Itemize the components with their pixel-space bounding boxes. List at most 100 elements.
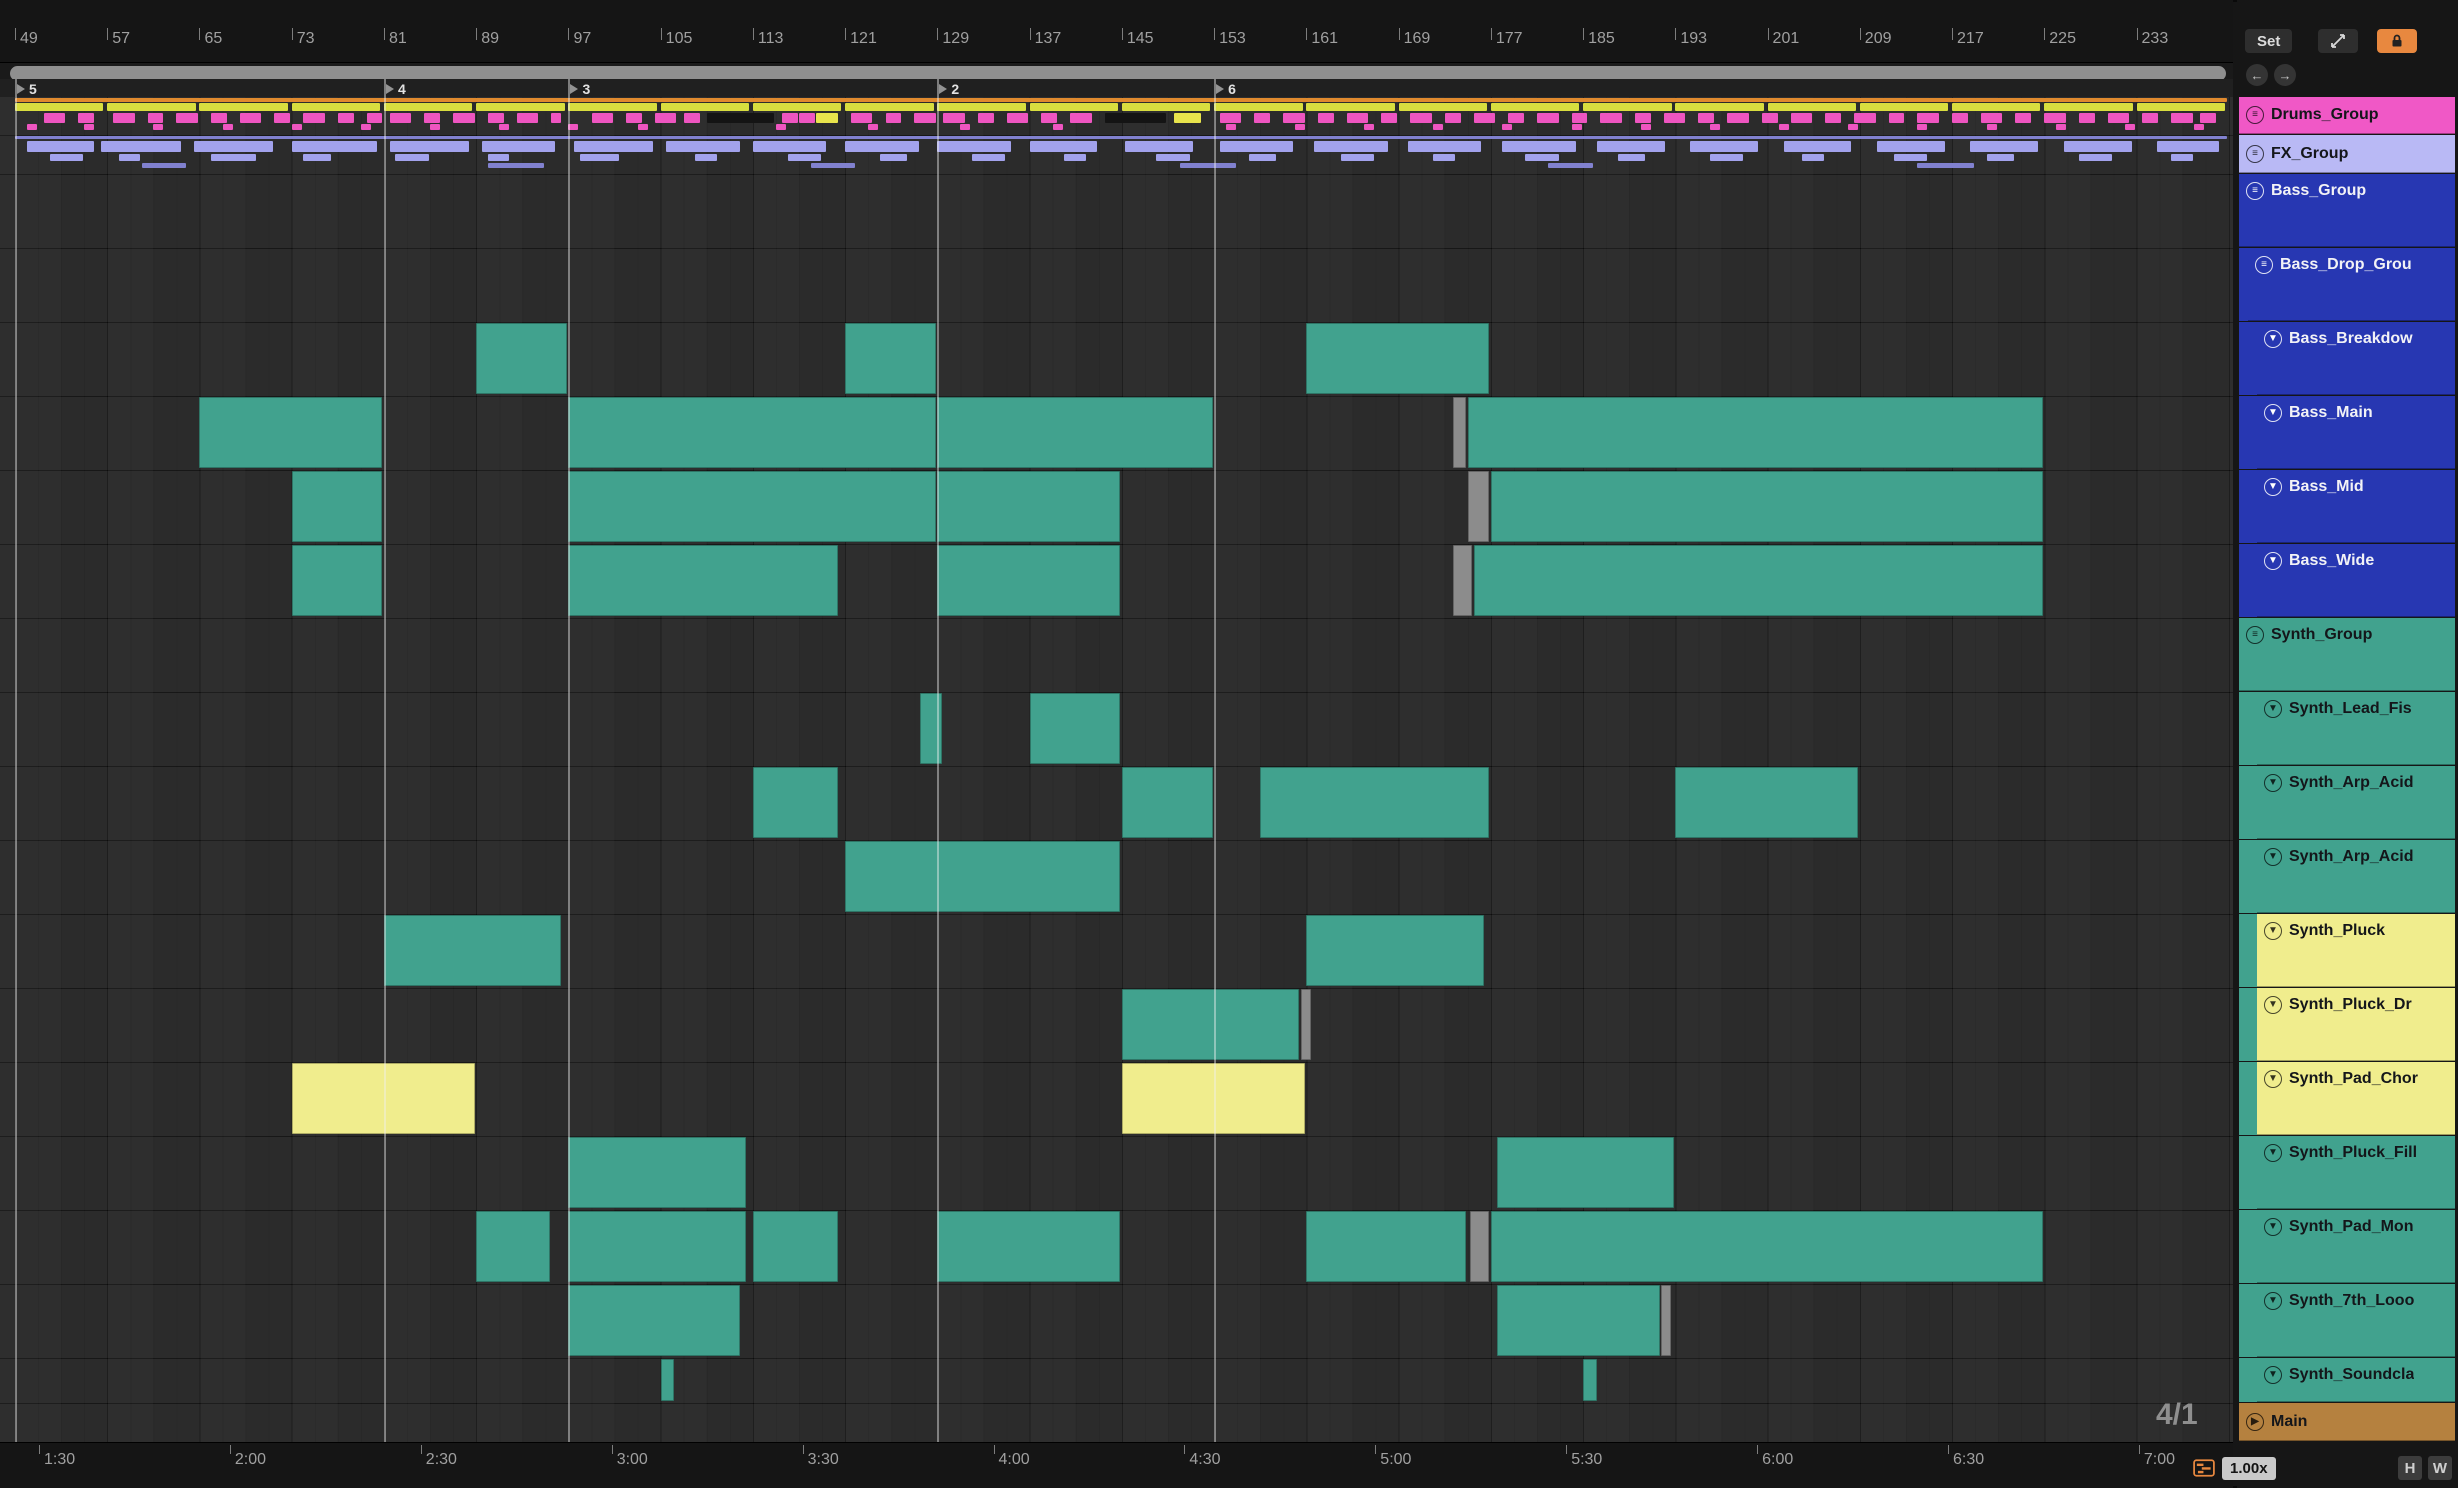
track-fold-icon[interactable]: ▼ <box>2264 774 2282 792</box>
track-fold-icon[interactable]: ▼ <box>2264 1292 2282 1310</box>
clip[interactable] <box>752 767 838 838</box>
mini-clip[interactable] <box>1970 141 2039 152</box>
mini-clip[interactable] <box>1340 154 1375 161</box>
mini-clip[interactable] <box>2044 113 2066 123</box>
mini-clip[interactable] <box>1727 113 1749 123</box>
track-header-synth_group[interactable]: ≡ Synth_Group <box>2239 618 2455 691</box>
mini-clip[interactable] <box>476 103 565 111</box>
clip[interactable] <box>291 471 383 542</box>
mini-clip[interactable] <box>868 124 879 130</box>
track-fold-icon[interactable]: ▼ <box>2264 404 2282 422</box>
mini-clip[interactable] <box>49 154 83 161</box>
track-lane-bass_wide[interactable] <box>0 544 2233 619</box>
mini-clip[interactable] <box>1381 113 1398 123</box>
mini-clip[interactable] <box>291 103 381 111</box>
mini-clip[interactable] <box>1877 141 1945 152</box>
mini-clip[interactable] <box>568 103 657 111</box>
mini-clip[interactable] <box>2055 124 2066 130</box>
mini-clip[interactable] <box>487 163 544 168</box>
forward-arrow-icon[interactable]: → <box>2274 64 2296 86</box>
mini-clip[interactable] <box>147 113 164 123</box>
clip[interactable] <box>1029 693 1121 764</box>
mini-clip[interactable] <box>26 124 37 130</box>
clip[interactable] <box>1306 323 1490 394</box>
mini-clip[interactable] <box>1986 124 1997 130</box>
clip-grid[interactable] <box>0 97 2233 1442</box>
mini-clip[interactable] <box>1848 124 1859 130</box>
mini-clip[interactable] <box>879 154 908 161</box>
track-fold-icon[interactable]: ▼ <box>2264 552 2282 570</box>
clip[interactable] <box>568 471 936 542</box>
mini-clip[interactable] <box>487 154 510 161</box>
mini-clip[interactable] <box>2124 124 2135 130</box>
locator-flag[interactable]: 4 <box>385 81 406 97</box>
mini-clip[interactable] <box>199 103 288 111</box>
mini-clip[interactable] <box>2063 141 2132 152</box>
mini-clip[interactable] <box>1548 163 1594 168</box>
track-header-synth_arp_acid_2[interactable]: ▼ Synth_Arp_Acid <box>2239 840 2455 913</box>
mini-clip[interactable] <box>695 154 717 161</box>
mini-clip[interactable] <box>574 141 654 152</box>
mini-clip[interactable] <box>481 141 556 152</box>
mini-clip[interactable] <box>291 141 377 152</box>
mini-clip[interactable] <box>845 103 934 111</box>
track-lane-bass_mid[interactable] <box>0 470 2233 545</box>
track-lane-synth_lead_fis[interactable] <box>0 692 2233 767</box>
mini-clip[interactable] <box>1125 141 1193 152</box>
mini-clip[interactable] <box>1306 103 1395 111</box>
mini-clip[interactable] <box>1433 124 1444 130</box>
mini-clip[interactable] <box>84 124 95 130</box>
clip[interactable] <box>568 1285 740 1356</box>
mini-clip[interactable] <box>430 124 441 130</box>
clip[interactable] <box>1121 767 1213 838</box>
track-lane-synth_soundcla[interactable] <box>0 1358 2233 1404</box>
track-lane-synth_pluck_dr[interactable] <box>0 988 2233 1063</box>
mini-clip[interactable] <box>1502 141 1576 152</box>
track-header-bass_breakdown[interactable]: ▼ Bass_Breakdow <box>2239 322 2455 395</box>
track-lane-bass_main[interactable] <box>0 396 2233 471</box>
mini-clip[interactable] <box>107 103 196 111</box>
locator-flag[interactable]: 3 <box>570 81 590 97</box>
mini-clip[interactable] <box>383 103 473 111</box>
mini-clip[interactable] <box>551 113 562 123</box>
mini-clip[interactable] <box>1410 113 1432 123</box>
mini-clip[interactable] <box>1179 163 1236 168</box>
mini-clip[interactable] <box>15 103 104 111</box>
mini-clip[interactable] <box>637 124 648 130</box>
track-fold-icon[interactable]: ▼ <box>2264 1218 2282 1236</box>
clip[interactable] <box>660 1359 675 1401</box>
track-header-synth_pluck_dr[interactable]: ▼ Synth_Pluck_Dr <box>2239 988 2455 1061</box>
mini-clip[interactable] <box>626 113 642 123</box>
track-lane-synth_pluck[interactable] <box>0 914 2233 989</box>
track-fold-icon[interactable]: ▼ <box>2264 1366 2282 1384</box>
track-lane-drums_group[interactable] <box>0 97 2233 136</box>
clip[interactable] <box>1260 767 1490 838</box>
track-header-bass_group[interactable]: ≡ Bass_Group <box>2239 174 2455 247</box>
track-fold-icon[interactable]: ▼ <box>2264 1070 2282 1088</box>
clip[interactable] <box>937 545 1121 616</box>
mini-clip[interactable] <box>1029 103 1119 111</box>
mini-clip[interactable] <box>579 154 619 161</box>
mini-clip[interactable] <box>1859 103 1949 111</box>
track-lane-bass_group[interactable] <box>0 174 2233 249</box>
mini-clip[interactable] <box>1219 113 1242 123</box>
mini-clip[interactable] <box>141 163 187 168</box>
mini-clip[interactable] <box>1894 154 1928 161</box>
group-fold-icon[interactable]: ≡ <box>2246 626 2264 644</box>
clip[interactable] <box>476 323 567 394</box>
mini-clip[interactable] <box>1854 113 1876 123</box>
track-header-synth_soundcla[interactable]: ▼ Synth_Soundcla <box>2239 1358 2455 1402</box>
mini-clip[interactable] <box>1364 124 1375 130</box>
mini-clip[interactable] <box>1571 113 1588 123</box>
mini-clip[interactable] <box>360 124 371 130</box>
mini-clip[interactable] <box>1248 154 1277 161</box>
mini-clip[interactable] <box>752 103 842 111</box>
mini-clip[interactable] <box>1986 154 2014 161</box>
mini-clip[interactable] <box>660 103 750 111</box>
mini-clip[interactable] <box>787 154 821 161</box>
locator-flag[interactable]: 5 <box>17 81 37 97</box>
track-header-bass_drop_group[interactable]: ≡ Bass_Drop_Grou <box>2239 248 2455 321</box>
group-fold-icon[interactable]: ≡ <box>2246 182 2264 200</box>
group-fold-icon[interactable]: ≡ <box>2255 256 2273 274</box>
mini-clip[interactable] <box>487 113 504 123</box>
